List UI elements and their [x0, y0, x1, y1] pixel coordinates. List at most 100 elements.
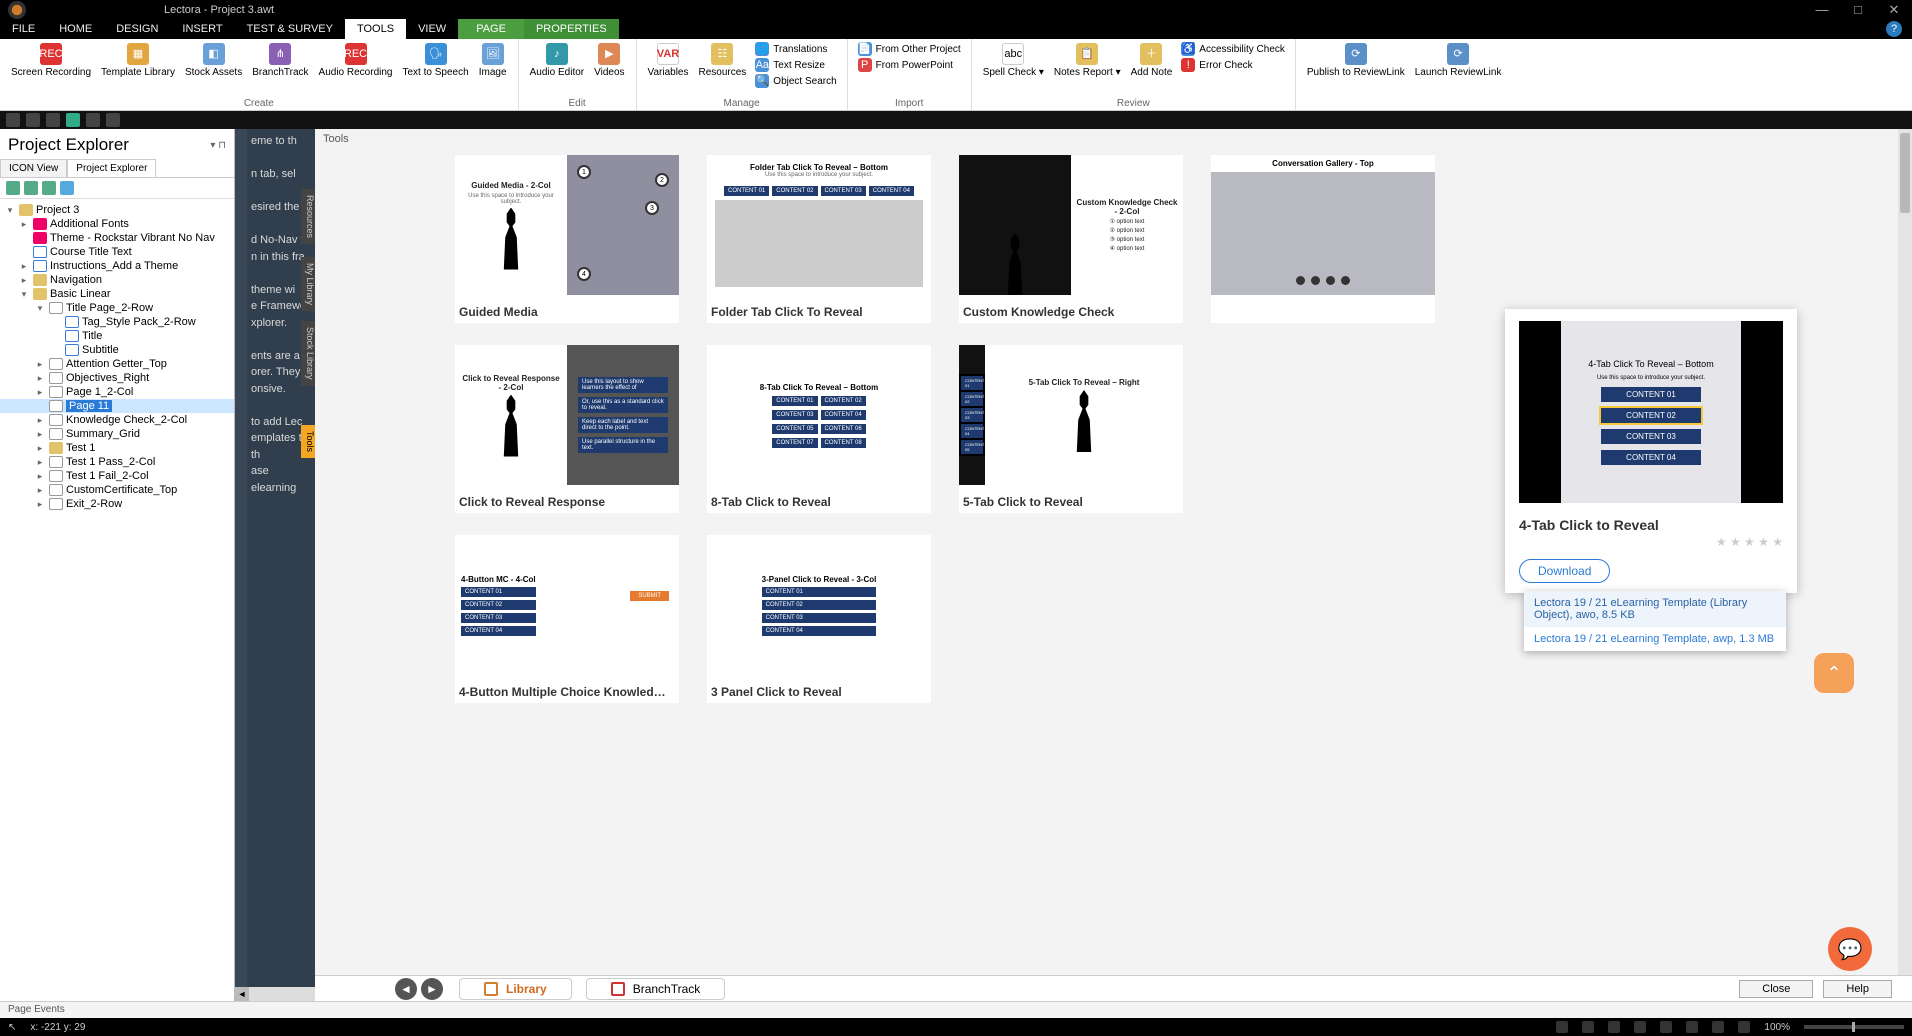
zoom-slider[interactable] [1804, 1025, 1904, 1029]
status-icon[interactable] [1660, 1021, 1672, 1033]
tab-design[interactable]: DESIGN [104, 19, 170, 39]
window-close-button[interactable]: ✕ [1876, 0, 1912, 19]
tree-item[interactable]: ▸Test 1 [0, 441, 234, 455]
tree-item[interactable]: ▸Additional Fonts [0, 217, 234, 231]
translations-button[interactable]: 🌐Translations [751, 41, 840, 57]
sidetab-resources[interactable]: Resources [301, 189, 315, 244]
tree-item[interactable]: ▸Page 1_2-Col [0, 385, 234, 399]
explorer-tool-icon[interactable] [24, 181, 38, 195]
tab-icon-view[interactable]: ICON View [0, 159, 67, 177]
explorer-tool-icon[interactable] [42, 181, 56, 195]
stock-assets-button[interactable]: ◧Stock Assets [180, 41, 247, 80]
help-icon[interactable]: ? [1886, 21, 1902, 37]
scroll-top-button[interactable]: ⌃ [1814, 653, 1854, 693]
sidetab-stocklibrary[interactable]: Stock Library [301, 321, 315, 386]
sidetab-tools[interactable]: Tools [301, 425, 315, 458]
tree-item[interactable]: ▸Test 1 Pass_2-Col [0, 455, 234, 469]
status-icon[interactable] [1738, 1021, 1750, 1033]
help-button[interactable]: Help [1823, 980, 1892, 998]
template-card-custom-kc[interactable]: Custom Knowledge Check - 2-Col① option t… [959, 155, 1183, 323]
text-to-speech-button[interactable]: 🗣Text to Speech [397, 41, 473, 80]
page-events-bar[interactable]: Page Events [0, 1001, 1912, 1018]
tree-item[interactable]: Tag_Style Pack_2-Row [0, 315, 234, 329]
tab-view[interactable]: VIEW [406, 19, 458, 39]
template-library-button[interactable]: ▦Template Library [96, 41, 180, 80]
qat-item2-icon[interactable] [106, 113, 120, 127]
screen-recording-button[interactable]: RECScreen Recording [6, 41, 96, 80]
tree-item[interactable]: Title [0, 329, 234, 343]
qat-item-icon[interactable] [86, 113, 100, 127]
tree-item[interactable]: ▾Title Page_2-Row [0, 301, 234, 315]
panel-dropdown-icon[interactable]: ▾ ⊓ [210, 140, 226, 151]
videos-button[interactable]: ▶Videos [589, 41, 629, 80]
status-icon[interactable] [1556, 1021, 1568, 1033]
gallery-scrollbar[interactable] [1898, 129, 1912, 1001]
tree-item[interactable]: ▸Attention Getter_Top [0, 357, 234, 371]
library-tab[interactable]: Library [459, 978, 572, 1000]
tree-item[interactable]: Course Title Text [0, 245, 234, 259]
object-search-button[interactable]: 🔍Object Search [751, 73, 840, 89]
template-card-3panel[interactable]: 3-Panel Click to Reveal - 3-ColCONTENT 0… [707, 535, 931, 703]
nav-fwd-icon[interactable]: ► [421, 978, 443, 1000]
template-card-4button-mc[interactable]: 4-Button MC - 4-ColCONTENT 01CONTENT 02C… [455, 535, 679, 703]
tree-item[interactable]: ▾Basic Linear [0, 287, 234, 301]
error-check-button[interactable]: !Error Check [1177, 57, 1289, 73]
window-maximize-button[interactable]: □ [1840, 0, 1876, 19]
tree-item[interactable]: Theme - Rockstar Vibrant No Nav [0, 231, 234, 245]
download-button[interactable]: Download [1519, 559, 1610, 583]
qat-redo-icon[interactable] [46, 113, 60, 127]
accessibility-check-button[interactable]: ♿Accessibility Check [1177, 41, 1289, 57]
window-minimize-button[interactable]: — [1804, 0, 1840, 19]
add-note-button[interactable]: ＋Add Note [1126, 41, 1178, 80]
tab-properties[interactable]: PROPERTIES [524, 19, 619, 39]
scroll-left-icon[interactable]: ◄ [235, 987, 249, 1001]
template-card-guided-media[interactable]: Guided Media - 2-ColUse this space to in… [455, 155, 679, 323]
template-card-conv-gallery[interactable]: Conversation Gallery - Top [1211, 155, 1435, 323]
tree-item[interactable]: ▸Summary_Grid [0, 427, 234, 441]
resources-button[interactable]: ☷Resources [693, 41, 751, 80]
tree-item[interactable]: ▸Knowledge Check_2-Col [0, 413, 234, 427]
chat-fab-button[interactable]: 💬 [1828, 927, 1872, 971]
template-card-click-reveal[interactable]: Click to Reveal Response - 2-Col Use thi… [455, 345, 679, 513]
image-button[interactable]: 🖼Image [474, 41, 512, 80]
branchtrack-tab[interactable]: BranchTrack [586, 978, 726, 1000]
tree-item[interactable]: ▸Objectives_Right [0, 371, 234, 385]
publish-reviewlink-button[interactable]: ⟳Publish to ReviewLink [1302, 41, 1410, 80]
template-card-folder-tab[interactable]: Folder Tab Click To Reveal – Bottom Use … [707, 155, 931, 323]
tab-insert[interactable]: INSERT [170, 19, 234, 39]
explorer-tool-icon[interactable] [6, 181, 20, 195]
audio-editor-button[interactable]: ♪Audio Editor [525, 41, 589, 80]
tab-home[interactable]: HOME [47, 19, 104, 39]
from-other-project-button[interactable]: 📄From Other Project [854, 41, 965, 57]
from-powerpoint-button[interactable]: PFrom PowerPoint [854, 57, 965, 73]
close-button[interactable]: Close [1739, 980, 1813, 998]
qat-preview-icon[interactable] [66, 113, 80, 127]
tree-item[interactable]: ▸Navigation [0, 273, 234, 287]
tab-project-explorer[interactable]: Project Explorer [67, 159, 156, 177]
qat-save-icon[interactable] [6, 113, 20, 127]
tree-item[interactable]: ▸CustomCertificate_Top [0, 483, 234, 497]
branchtrack-button[interactable]: ⋔BranchTrack [247, 41, 313, 80]
template-card-5tab[interactable]: CONTENT 01CONTENT 02CONTENT 03CONTENT 04… [959, 345, 1183, 513]
status-icon[interactable] [1582, 1021, 1594, 1033]
status-icon[interactable] [1634, 1021, 1646, 1033]
status-icon[interactable] [1712, 1021, 1724, 1033]
qat-undo-icon[interactable] [26, 113, 40, 127]
notes-report-button[interactable]: 📋Notes Report ▾ [1049, 41, 1126, 80]
tree-item[interactable]: ▸Instructions_Add a Theme [0, 259, 234, 273]
audio-recording-button[interactable]: RECAudio Recording [314, 41, 398, 80]
tab-file[interactable]: FILE [0, 19, 47, 39]
explorer-tool-icon[interactable] [60, 181, 74, 195]
download-option-awp[interactable]: Lectora 19 / 21 eLearning Template, awp,… [1524, 627, 1786, 651]
tree-item[interactable]: ▸Exit_2-Row [0, 497, 234, 511]
nav-back-icon[interactable]: ◄ [395, 978, 417, 1000]
text-resize-button[interactable]: AaText Resize [751, 57, 840, 73]
download-option-awo[interactable]: Lectora 19 / 21 eLearning Template (Libr… [1524, 591, 1786, 627]
status-icon[interactable] [1686, 1021, 1698, 1033]
status-icon[interactable] [1608, 1021, 1620, 1033]
variables-button[interactable]: VARVariables [643, 41, 694, 80]
tree-item-selected[interactable]: Page 11 [0, 399, 234, 413]
tree-item[interactable]: ▸Test 1 Fail_2-Col [0, 469, 234, 483]
tree-root[interactable]: ▾Project 3 [0, 203, 234, 217]
tab-tools[interactable]: TOOLS [345, 19, 406, 39]
